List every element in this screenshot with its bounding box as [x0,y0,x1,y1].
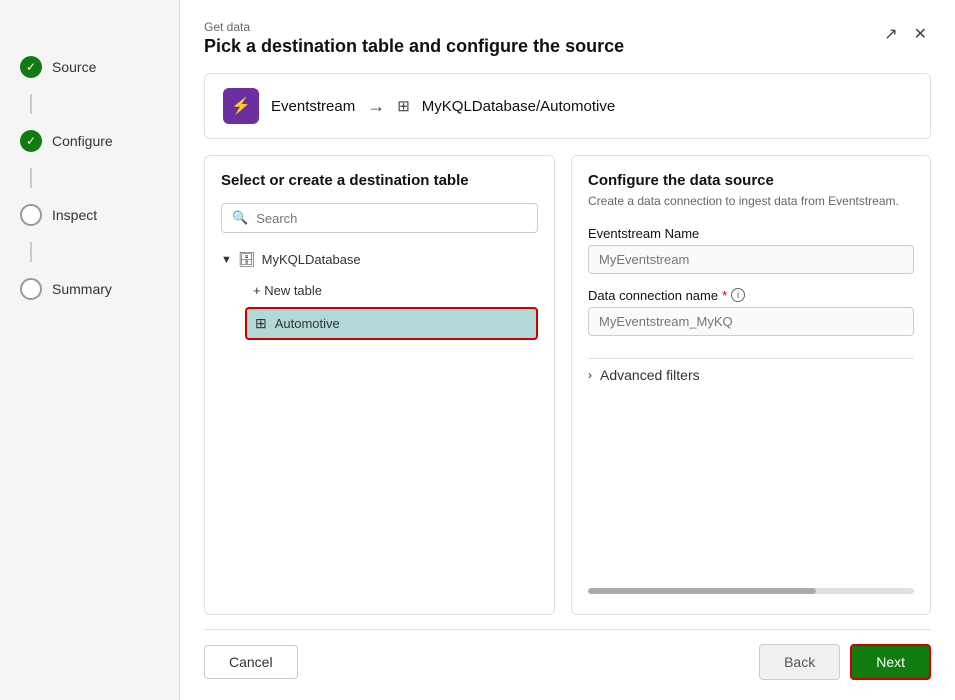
main-content: Get data Pick a destination table and co… [180,0,955,700]
source-bar: ⚡ Eventstream → ⊞ MyKQLDatabase/Automoti… [204,73,931,139]
panels: Select or create a destination table 🔍 ▼… [204,155,931,615]
right-panel: Configure the data source Create a data … [571,155,931,615]
data-connection-field: Data connection name * i [588,288,914,336]
modal-footer: Cancel Back Next [204,629,931,680]
sidebar-label-inspect: Inspect [52,207,97,223]
destination-label: MyKQLDatabase/Automotive [422,98,615,115]
sidebar-item-configure[interactable]: ✓ Configure [0,114,179,168]
sidebar-item-source[interactable]: ✓ Source [0,40,179,94]
sidebar-label-configure: Configure [52,133,113,149]
eventstream-icon: ⚡ [223,88,259,124]
scrollbar-area [588,391,914,598]
grid-icon: ⊞ [255,315,267,332]
table-name-automotive: Automotive [275,316,340,331]
step-circle-configure: ✓ [20,130,42,152]
expand-button[interactable]: ↗ [880,20,901,48]
scrollbar-thumb [588,588,816,594]
step-circle-summary [20,278,42,300]
modal-title: Pick a destination table and configure t… [204,36,624,57]
sidebar: ✓ Source ✓ Configure Inspect Summary [0,0,180,700]
modal-header: Get data Pick a destination table and co… [204,20,931,57]
search-box[interactable]: 🔍 [221,203,538,233]
left-panel-heading: Select or create a destination table [221,172,538,189]
tree-section: ▼ 🗄 MyKQLDatabase + New table ⊞ Automoti… [221,247,538,340]
chevron-right-icon: › [588,368,592,382]
data-connection-label: Data connection name * i [588,288,914,303]
back-button[interactable]: Back [759,644,840,680]
left-panel: Select or create a destination table 🔍 ▼… [204,155,555,615]
close-icon: ✕ [914,24,927,44]
footer-right: Back Next [759,644,931,680]
next-button[interactable]: Next [850,644,931,680]
modal-container: ✓ Source ✓ Configure Inspect Summary [0,0,955,700]
table-icon-inline: ⊞ [397,97,410,115]
sidebar-label-summary: Summary [52,281,112,297]
arrow-icon: → [367,96,385,117]
database-icon: 🗄 [238,251,256,268]
eventstream-name-field: Eventstream Name [588,226,914,274]
advanced-filters[interactable]: › Advanced filters [588,358,914,391]
right-panel-desc: Create a data connection to ingest data … [588,193,914,210]
eventstream-name-input[interactable] [588,245,914,274]
database-name: MyKQLDatabase [262,252,361,267]
required-marker: * [722,288,727,303]
eventstream-name-label: Eventstream Name [588,226,914,241]
close-button[interactable]: ✕ [910,20,931,48]
right-panel-title: Configure the data source [588,172,914,189]
search-icon: 🔍 [232,210,248,226]
source-name: Eventstream [271,98,355,115]
search-input[interactable] [256,211,527,226]
tree-child: + New table ⊞ Automotive [245,278,538,340]
modal-header-actions: ↗ ✕ [880,20,931,48]
tree-parent-database[interactable]: ▼ 🗄 MyKQLDatabase [221,247,538,272]
data-connection-input[interactable] [588,307,914,336]
expand-icon: ↗ [884,24,897,44]
step-circle-inspect [20,204,42,226]
modal-subtitle: Get data [204,20,624,34]
new-table-item[interactable]: + New table [245,278,538,303]
step-circle-source: ✓ [20,56,42,78]
chevron-down-icon: ▼ [221,254,232,266]
modal-title-section: Get data Pick a destination table and co… [204,20,624,57]
fake-scrollbar[interactable] [588,588,914,594]
sidebar-label-source: Source [52,59,96,75]
advanced-filters-label: Advanced filters [600,367,700,383]
cancel-button[interactable]: Cancel [204,645,298,679]
new-table-label: + New table [253,283,322,298]
sidebar-item-summary[interactable]: Summary [0,262,179,316]
table-row-automotive[interactable]: ⊞ Automotive [245,307,538,340]
sidebar-item-inspect[interactable]: Inspect [0,188,179,242]
info-icon[interactable]: i [731,288,745,302]
